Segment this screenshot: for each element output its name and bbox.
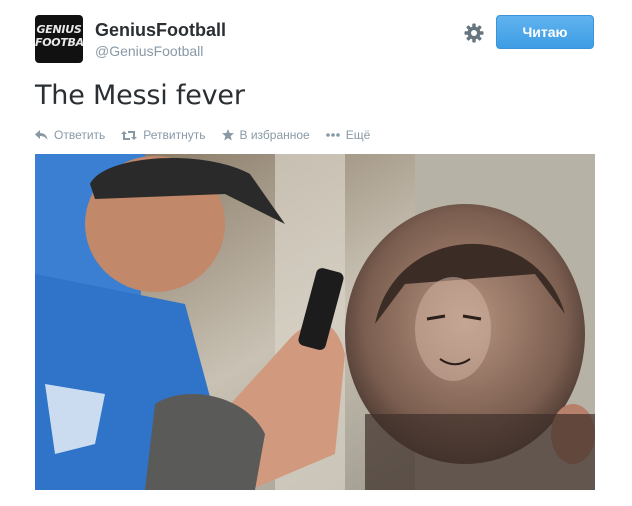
reply-label: Ответить <box>54 128 106 142</box>
reply-icon <box>35 129 48 140</box>
retweet-icon <box>121 130 138 140</box>
account-name[interactable]: GeniusFootball <box>95 20 226 41</box>
tweet-photo[interactable] <box>35 154 595 490</box>
gear-icon[interactable] <box>463 22 485 44</box>
favorite-label: В избранное <box>239 128 310 142</box>
reply-action[interactable]: Ответить <box>35 128 105 142</box>
following-button[interactable]: Читаю <box>496 15 594 49</box>
star-icon <box>221 129 234 141</box>
account-avatar[interactable]: GENIUS FOOTBALL <box>35 15 83 63</box>
favorite-action[interactable]: В избранное <box>221 128 310 142</box>
retweet-action[interactable]: Ретвитнуть <box>121 128 206 142</box>
retweet-label: Ретвитнуть <box>143 128 206 142</box>
avatar-logo-text: GENIUS FOOTBALL <box>35 23 83 49</box>
tweet-actions: Ответить Ретвитнуть В избранное Ещё <box>35 128 386 142</box>
more-icon <box>325 133 340 137</box>
account-handle[interactable]: @GeniusFootball <box>95 43 203 59</box>
more-label: Ещё <box>345 128 371 142</box>
tweet-text: The Messi fever <box>35 80 245 111</box>
more-action[interactable]: Ещё <box>325 128 371 142</box>
